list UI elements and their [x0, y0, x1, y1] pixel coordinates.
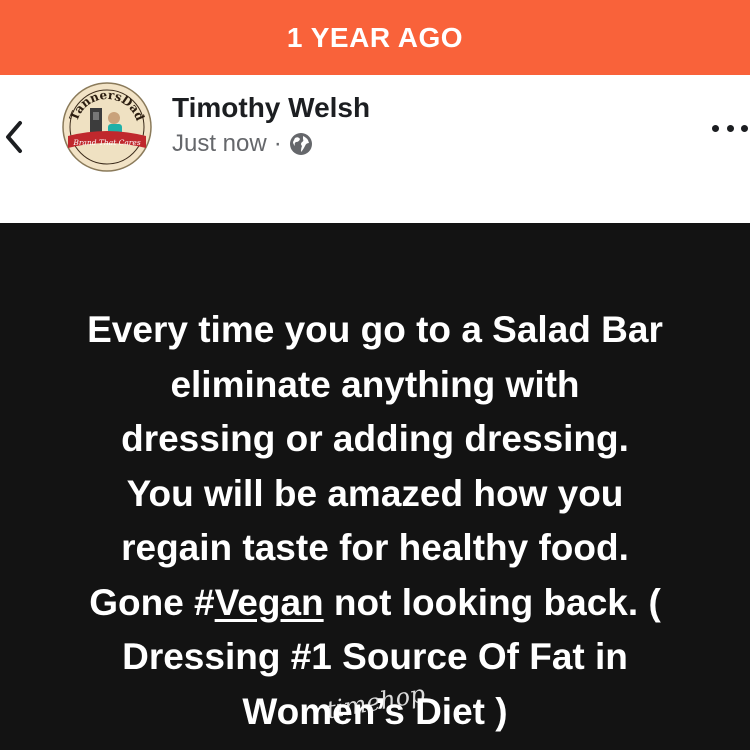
- post-line: regain taste for healthy food.: [121, 527, 629, 568]
- post-header: TannersDad Brand That Cares Timothy Wels…: [0, 75, 750, 223]
- memory-banner: 1 YEAR AGO: [0, 0, 750, 75]
- post-line: You will be amazed how you: [126, 472, 624, 514]
- post-text: Every time you go to a Salad Bar elimina…: [0, 303, 750, 739]
- post-line: eliminate anything with: [170, 363, 580, 405]
- post-line: Every time you go to a Salad Bar: [87, 309, 663, 350]
- post-line: Dressing #1 Source Of Fat in: [122, 636, 628, 677]
- post-meta: Just now ·: [172, 130, 313, 158]
- post-line: dressing or adding dressing.: [121, 418, 629, 459]
- hashtag-suffix: not looking back. (: [323, 581, 661, 623]
- timestamp[interactable]: Just now: [172, 130, 267, 158]
- globe-icon[interactable]: [289, 132, 313, 156]
- svg-text:Brand That Cares: Brand That Cares: [72, 138, 141, 147]
- post-body: Every time you go to a Salad Bar elimina…: [0, 223, 750, 750]
- hashtag-link[interactable]: Vegan: [215, 582, 324, 623]
- more-horizontal-icon[interactable]: [712, 122, 748, 134]
- meta-separator: ·: [273, 130, 282, 157]
- chevron-left-icon[interactable]: [0, 113, 28, 161]
- hashtag-prefix: Gone #: [89, 581, 215, 623]
- avatar[interactable]: TannersDad Brand That Cares: [62, 82, 152, 172]
- post-line-hashtag: Gone #Vegan not looking back. (: [0, 576, 750, 631]
- memory-banner-label: 1 YEAR AGO: [286, 21, 464, 53]
- author-name[interactable]: Timothy Welsh: [172, 92, 370, 124]
